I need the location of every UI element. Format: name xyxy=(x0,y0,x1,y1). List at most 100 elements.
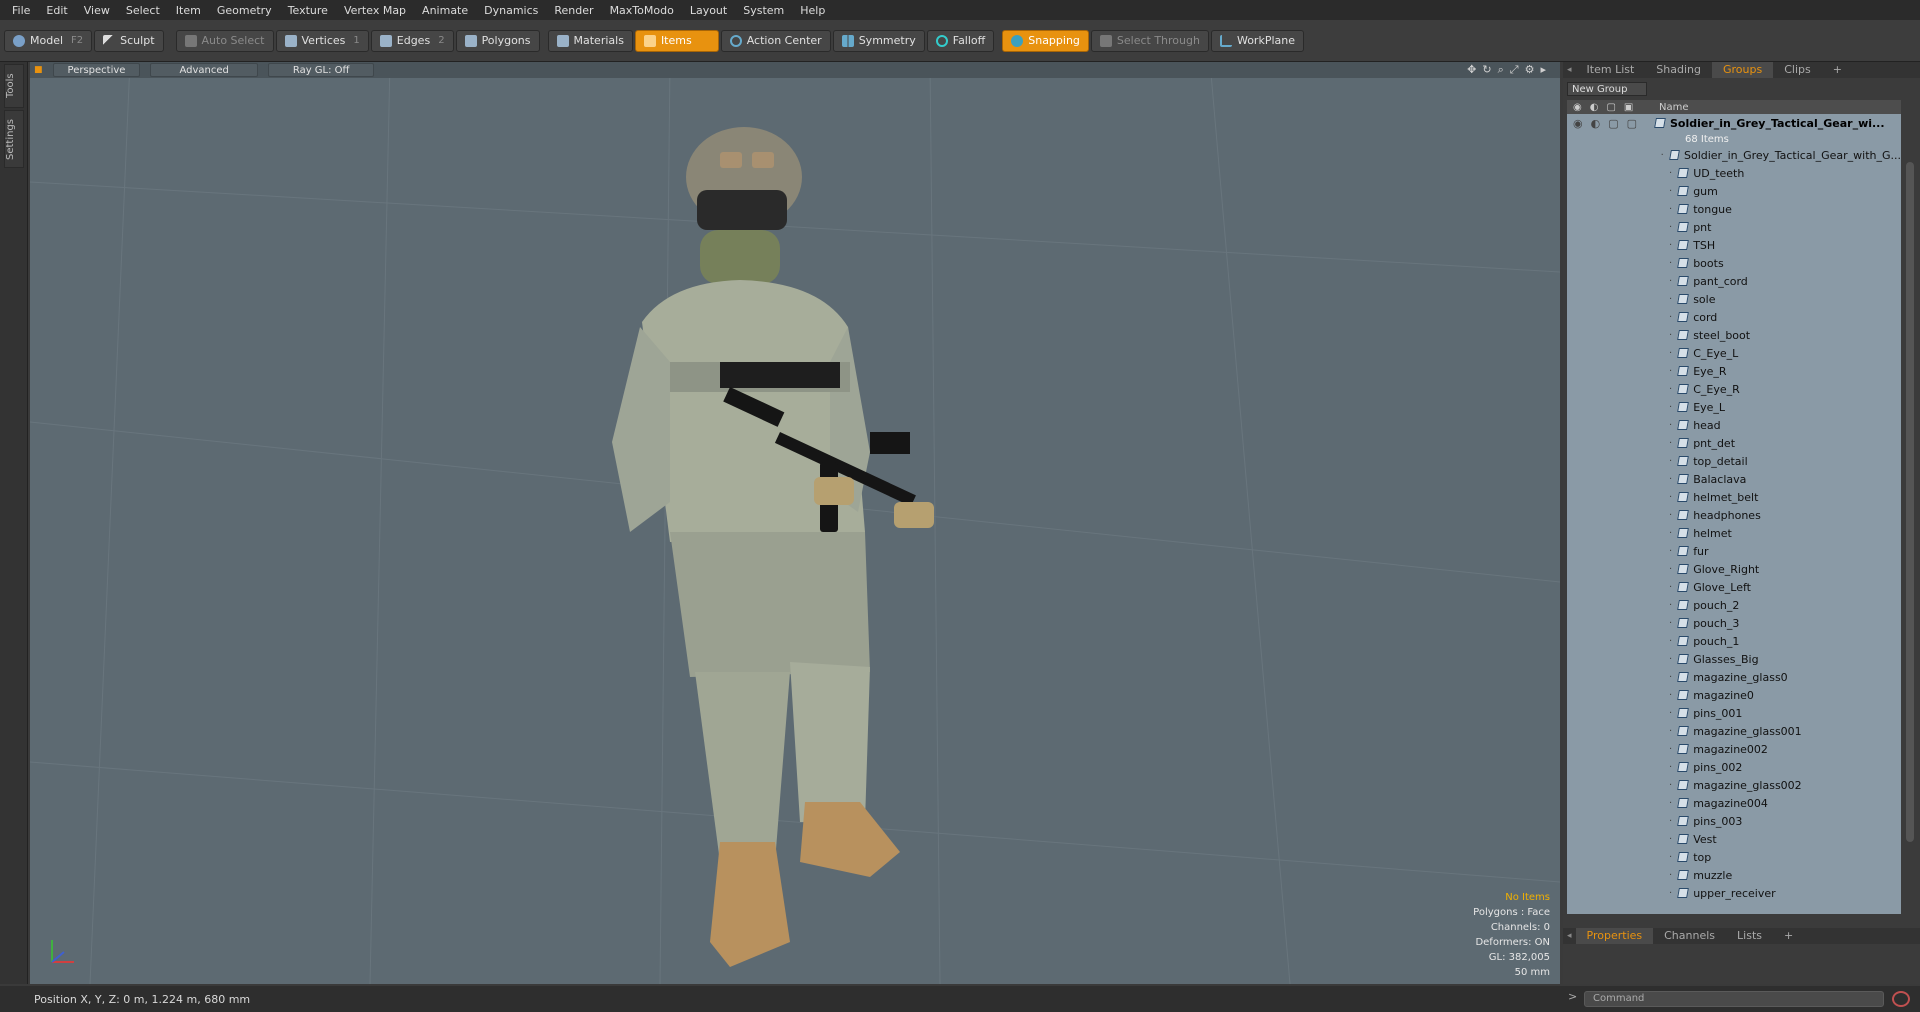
menu-maxtomodo[interactable]: MaxToModo xyxy=(602,4,682,17)
falloff-button[interactable]: Falloff xyxy=(926,29,995,52)
tools-tab[interactable]: Tools xyxy=(4,64,24,108)
items-button[interactable]: Items xyxy=(634,29,719,52)
menu-geometry[interactable]: Geometry xyxy=(209,4,280,17)
menu-file[interactable]: File xyxy=(4,4,38,17)
snapping-button[interactable]: Snapping xyxy=(1002,29,1089,52)
list-item[interactable]: · Glasses_Big xyxy=(1567,650,1901,668)
action-center-button[interactable]: Action Center xyxy=(720,29,831,52)
list-item[interactable]: · UD_teeth xyxy=(1567,164,1901,182)
list-item[interactable]: · Glove_Right xyxy=(1567,560,1901,578)
menu-system[interactable]: System xyxy=(735,4,792,17)
select-through-button[interactable]: Select Through xyxy=(1090,29,1209,52)
new-group-button[interactable]: New Group xyxy=(1567,82,1647,96)
model-button[interactable]: Model F2 xyxy=(4,29,93,52)
menu-animate[interactable]: Animate xyxy=(414,4,476,17)
workplane-button[interactable]: WorkPlane xyxy=(1210,29,1304,52)
zoom-view-icon[interactable]: ⌕ xyxy=(1498,63,1504,77)
list-item[interactable]: · TSH xyxy=(1567,236,1901,254)
menu-vertex-map[interactable]: Vertex Map xyxy=(336,4,414,17)
list-scrollbar[interactable] xyxy=(1906,162,1914,842)
list-item[interactable]: · pouch_3 xyxy=(1567,614,1901,632)
maximize-icon[interactable]: ⤢ xyxy=(1510,63,1519,77)
list-item[interactable]: · magazine_glass001 xyxy=(1567,722,1901,740)
list-item[interactable]: · pouch_2 xyxy=(1567,596,1901,614)
list-item[interactable]: · steel_boot xyxy=(1567,326,1901,344)
move-view-icon[interactable]: ✥ xyxy=(1467,63,1476,77)
list-item[interactable]: · Eye_L xyxy=(1567,398,1901,416)
list-item[interactable]: · magazine002 xyxy=(1567,740,1901,758)
advanced-dropdown[interactable]: Advanced xyxy=(150,63,258,77)
list-item[interactable]: · pnt_det xyxy=(1567,434,1901,452)
list-item[interactable]: · Glove_Left xyxy=(1567,578,1901,596)
tab-groups[interactable]: Groups xyxy=(1711,62,1774,78)
list-item[interactable]: · magazine_glass002 xyxy=(1567,776,1901,794)
tab-shading[interactable]: Shading xyxy=(1645,62,1712,78)
properties-menu-icon[interactable]: ◂ xyxy=(1563,931,1576,941)
render-icon[interactable]: ◐ xyxy=(1590,102,1599,113)
tab-clips[interactable]: Clips xyxy=(1773,62,1822,78)
list-item[interactable]: · pant_cord xyxy=(1567,272,1901,290)
list-item[interactable]: · tongue xyxy=(1567,200,1901,218)
edges-button[interactable]: Edges 2 xyxy=(370,29,454,52)
select-icon[interactable]: ▣ xyxy=(1624,102,1633,113)
list-item[interactable]: · magazine0 xyxy=(1567,686,1901,704)
tab-channels[interactable]: Channels xyxy=(1653,928,1726,944)
visibility-eye-icon[interactable]: ◉ xyxy=(1573,102,1582,113)
list-item[interactable]: · pins_002 xyxy=(1567,758,1901,776)
menu-view[interactable]: View xyxy=(76,4,118,17)
rotate-view-icon[interactable]: ↻ xyxy=(1482,63,1491,77)
menu-item[interactable]: Item xyxy=(168,4,209,17)
settings-tab[interactable]: Settings xyxy=(4,110,24,168)
tab-properties[interactable]: Properties xyxy=(1575,928,1654,944)
list-item[interactable]: · helmet xyxy=(1567,524,1901,542)
menu-edit[interactable]: Edit xyxy=(38,4,75,17)
add-tab-button[interactable]: + xyxy=(1822,62,1853,78)
list-item[interactable]: · cord xyxy=(1567,308,1901,326)
list-item[interactable]: · boots xyxy=(1567,254,1901,272)
clear-command-icon[interactable] xyxy=(1892,991,1910,1007)
lock-icon[interactable]: ▢ xyxy=(1606,102,1615,113)
list-item[interactable]: · magazine_glass0 xyxy=(1567,668,1901,686)
list-item[interactable]: · C_Eye_L xyxy=(1567,344,1901,362)
menu-texture[interactable]: Texture xyxy=(280,4,336,17)
list-item[interactable]: · pnt xyxy=(1567,218,1901,236)
list-item[interactable]: · upper_receiver xyxy=(1567,884,1901,902)
tab-item-list[interactable]: Item List xyxy=(1576,62,1646,78)
list-item[interactable]: · gum xyxy=(1567,182,1901,200)
settings-gear-icon[interactable]: ⚙ xyxy=(1525,63,1535,77)
polygons-button[interactable]: Polygons xyxy=(455,29,540,52)
list-item[interactable]: · magazine004 xyxy=(1567,794,1901,812)
menu-layout[interactable]: Layout xyxy=(682,4,735,17)
list-item[interactable]: · Vest xyxy=(1567,830,1901,848)
group-row[interactable]: ◉ ◐ ▢ ▢ Soldier_in_Grey_Tactical_Gear_wi... xyxy=(1567,114,1901,132)
auto-select-button[interactable]: Auto Select xyxy=(175,29,274,52)
command-input[interactable]: Command xyxy=(1584,991,1884,1007)
list-item[interactable]: · fur xyxy=(1567,542,1901,560)
list-item[interactable]: · pouch_1 xyxy=(1567,632,1901,650)
symmetry-button[interactable]: Symmetry xyxy=(832,29,925,52)
perspective-dropdown[interactable]: Perspective xyxy=(52,63,141,77)
list-item[interactable]: · headphones xyxy=(1567,506,1901,524)
tab-lists[interactable]: Lists xyxy=(1726,928,1773,944)
list-item[interactable]: · sole xyxy=(1567,290,1901,308)
menu-render[interactable]: Render xyxy=(546,4,601,17)
list-item[interactable]: · C_Eye_R xyxy=(1567,380,1901,398)
list-item[interactable]: · Balaclava xyxy=(1567,470,1901,488)
render-toggle-icon[interactable]: ◐ xyxy=(1591,117,1601,130)
list-item[interactable]: · helmet_belt xyxy=(1567,488,1901,506)
list-item[interactable]: · Soldier_in_Grey_Tactical_Gear_with_G... xyxy=(1567,146,1901,164)
list-item[interactable]: · top xyxy=(1567,848,1901,866)
select-toggle-icon[interactable]: ▢ xyxy=(1627,117,1637,130)
play-arrow-icon[interactable]: ▸ xyxy=(1540,63,1546,77)
viewport-menu-icon[interactable]: ■ xyxy=(34,65,43,75)
lock-toggle-icon[interactable]: ▢ xyxy=(1608,117,1618,130)
menu-select[interactable]: Select xyxy=(118,4,168,17)
list-item[interactable]: · pins_003 xyxy=(1567,812,1901,830)
menu-dynamics[interactable]: Dynamics xyxy=(476,4,546,17)
raygl-dropdown[interactable]: Ray GL: Off xyxy=(267,63,375,77)
list-item[interactable]: · muzzle xyxy=(1567,866,1901,884)
add-properties-tab-button[interactable]: + xyxy=(1773,928,1804,944)
eye-icon[interactable]: ◉ xyxy=(1573,117,1583,130)
list-item[interactable]: · Eye_R xyxy=(1567,362,1901,380)
panel-menu-icon[interactable]: ◂ xyxy=(1563,65,1576,75)
